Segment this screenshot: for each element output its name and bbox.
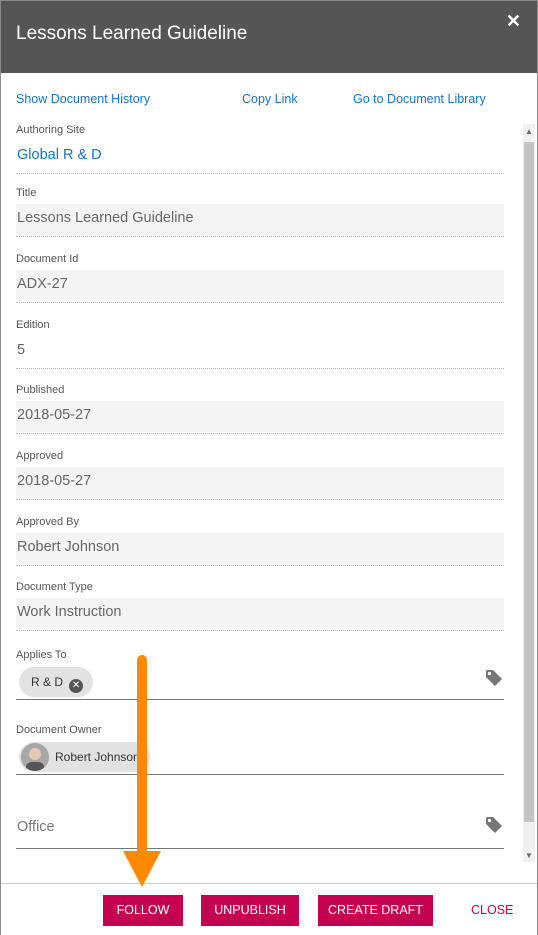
title-value: Lessons Learned Guideline [16, 204, 504, 237]
approved-value: 2018-05-27 [16, 467, 504, 500]
properties-form: Authoring Site Global R & D Title Lesson… [1, 119, 521, 864]
approved-by-label: Approved By [16, 516, 79, 528]
dialog-title: Lessons Learned Guideline [16, 23, 248, 44]
tag-icon[interactable] [484, 668, 504, 688]
annotation-arrow-icon [123, 655, 161, 887]
applies-to-input[interactable]: R & D ✕ [16, 664, 504, 700]
approved-by-field: Approved By Robert Johnson [16, 515, 504, 566]
document-type-label: Document Type [16, 581, 93, 593]
authoring-site-label: Authoring Site [16, 124, 86, 136]
applies-to-field: Applies To R & D ✕ [16, 648, 504, 700]
scroll-up-icon[interactable]: ▲ [525, 127, 533, 136]
unpublish-button[interactable]: UNPUBLISH [201, 895, 299, 926]
document-owner-input[interactable]: Robert Johnson [16, 739, 504, 775]
edition-value: 5 [16, 336, 504, 369]
title-label: Title [16, 187, 37, 199]
close-icon[interactable]: ✕ [506, 11, 521, 32]
edition-label: Edition [16, 319, 50, 331]
avatar [21, 743, 49, 771]
authoring-site-field: Authoring Site Global R & D [16, 123, 504, 174]
document-links: Show Document History Copy Link Go to Do… [1, 92, 537, 110]
remove-chip-icon[interactable]: ✕ [69, 679, 84, 693]
applies-to-chip[interactable]: R & D ✕ [19, 667, 94, 697]
approved-label: Approved [16, 450, 64, 462]
follow-button[interactable]: FOLLOW [103, 895, 183, 926]
show-document-history-link[interactable]: Show Document History [16, 92, 150, 106]
dialog-header: Lessons Learned Guideline ✕ [1, 1, 537, 73]
document-type-value: Work Instruction [16, 598, 504, 631]
published-field: Published 2018-05-27 [16, 383, 504, 434]
document-id-label: Document Id [16, 253, 79, 265]
go-to-document-library-link[interactable]: Go to Document Library [353, 92, 486, 106]
document-type-field: Document Type Work Instruction [16, 580, 504, 631]
document-owner-field: Document Owner Robert Johnson [16, 723, 504, 775]
edition-field: Edition 5 [16, 318, 504, 369]
office-field: Office [16, 809, 504, 849]
tag-icon[interactable] [484, 815, 504, 835]
document-properties-dialog: Lessons Learned Guideline ✕ Show Documen… [0, 0, 538, 935]
applies-to-label: Applies To [16, 649, 67, 661]
copy-link[interactable]: Copy Link [242, 92, 298, 106]
title-field: Title Lessons Learned Guideline [16, 186, 504, 237]
chip-label: R & D [31, 675, 64, 689]
close-button[interactable]: CLOSE [471, 895, 513, 926]
scrollbar-thumb[interactable] [524, 142, 534, 822]
authoring-site-value[interactable]: Global R & D [16, 141, 504, 174]
approved-by-value: Robert Johnson [16, 533, 504, 566]
approved-field: Approved 2018-05-27 [16, 449, 504, 500]
document-owner-label: Document Owner [16, 724, 102, 736]
office-input[interactable]: Office [16, 809, 504, 849]
document-id-value: ADX-27 [16, 270, 504, 303]
vertical-scrollbar[interactable]: ▲ ▼ [523, 124, 535, 862]
scroll-down-icon[interactable]: ▼ [525, 851, 533, 860]
office-placeholder: Office [17, 819, 55, 835]
published-value: 2018-05-27 [16, 401, 504, 434]
dialog-footer: FOLLOW UNPUBLISH CREATE DRAFT CLOSE [1, 883, 537, 935]
published-label: Published [16, 384, 65, 396]
document-id-field: Document Id ADX-27 [16, 252, 504, 303]
create-draft-button[interactable]: CREATE DRAFT [318, 895, 433, 926]
